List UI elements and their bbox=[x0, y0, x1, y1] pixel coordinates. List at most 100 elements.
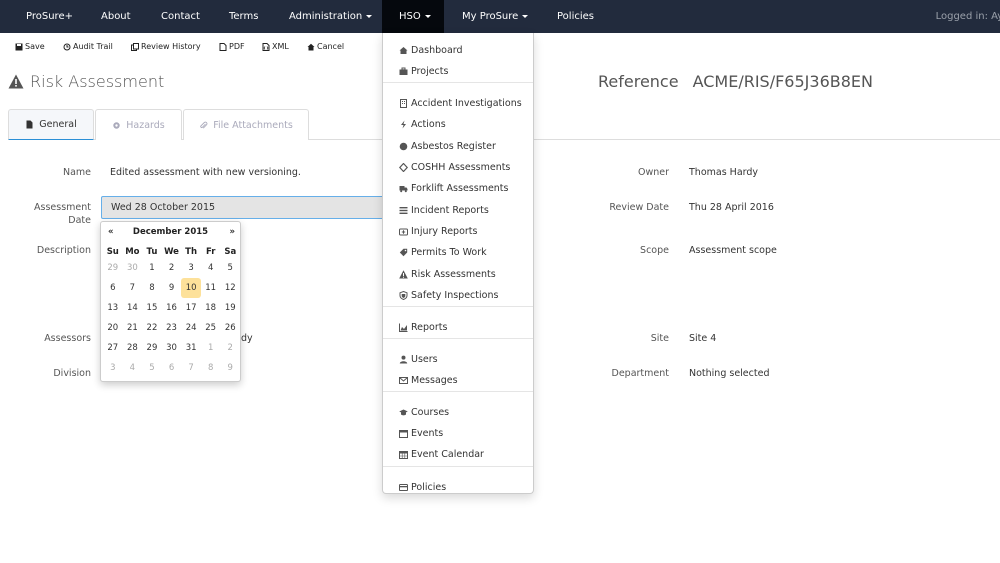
hso-menu-item-users[interactable]: Users bbox=[399, 354, 438, 365]
datepicker-day[interactable]: 8 bbox=[142, 278, 162, 298]
datepicker-day[interactable]: 19 bbox=[220, 298, 240, 318]
hso-menu-item-reports[interactable]: Reports bbox=[399, 322, 447, 333]
datepicker-header: « December 2015 » bbox=[101, 227, 240, 241]
scope-value[interactable]: Assessment scope bbox=[689, 245, 777, 256]
datepicker-day[interactable]: 12 bbox=[220, 278, 240, 298]
audit-trail-button[interactable]: Audit Trail bbox=[63, 42, 113, 51]
hso-menu-item-courses[interactable]: Courses bbox=[399, 407, 449, 418]
datepicker-day[interactable]: 1 bbox=[142, 258, 162, 278]
home-icon bbox=[399, 47, 408, 54]
description-label: Description bbox=[36, 245, 91, 256]
datepicker-day[interactable]: 2 bbox=[220, 338, 240, 358]
assessment-date-input[interactable]: Wed 28 October 2015 bbox=[101, 196, 391, 219]
department-select[interactable]: Nothing selected bbox=[689, 368, 769, 379]
hso-menu-item-coshh-assessments[interactable]: COSHH Assessments bbox=[399, 162, 510, 173]
hso-menu-item-messages[interactable]: Messages bbox=[399, 375, 458, 386]
hso-menu-item-safety-inspections[interactable]: Safety Inspections bbox=[399, 290, 498, 301]
datepicker-day[interactable]: 13 bbox=[103, 298, 123, 318]
cancel-button[interactable]: Cancel bbox=[307, 42, 344, 51]
datepicker-day[interactable]: 9 bbox=[162, 278, 182, 298]
calendar-icon bbox=[399, 430, 408, 438]
reference-label: Reference bbox=[598, 72, 679, 91]
name-value: Edited assessment with new versioning. bbox=[110, 167, 301, 178]
datepicker-day[interactable]: 6 bbox=[103, 278, 123, 298]
datepicker-day[interactable]: 1 bbox=[201, 338, 221, 358]
hso-menu-item-injury-reports[interactable]: Injury Reports bbox=[399, 226, 477, 237]
datepicker-day[interactable]: 14 bbox=[123, 298, 143, 318]
datepicker-day[interactable]: 29 bbox=[142, 338, 162, 358]
datepicker-day[interactable]: 24 bbox=[181, 318, 201, 338]
brand-link[interactable]: ProSure+ bbox=[26, 0, 73, 33]
tab-hazards[interactable]: Hazards bbox=[95, 109, 182, 140]
nav-about[interactable]: About bbox=[101, 0, 131, 33]
datepicker-day[interactable]: 3 bbox=[103, 358, 123, 378]
datepicker-day[interactable]: 7 bbox=[123, 278, 143, 298]
datepicker-day[interactable]: 29 bbox=[103, 258, 123, 278]
review-date-value[interactable]: Thu 28 April 2016 bbox=[689, 202, 774, 213]
nav-hso[interactable]: HSO bbox=[382, 0, 444, 33]
datepicker-day[interactable]: 20 bbox=[103, 318, 123, 338]
caret-down-icon bbox=[366, 14, 373, 18]
datepicker-day[interactable]: 17 bbox=[181, 298, 201, 318]
hso-menu-item-incident-reports[interactable]: Incident Reports bbox=[399, 205, 489, 216]
nav-my-prosure[interactable]: My ProSure bbox=[462, 0, 529, 33]
hso-menu-item-label: Safety Inspections bbox=[411, 290, 499, 301]
xml-button[interactable]: XML bbox=[262, 42, 289, 51]
datepicker-day[interactable]: 11 bbox=[201, 278, 221, 298]
owner-value[interactable]: Thomas Hardy bbox=[689, 167, 758, 178]
hso-menu-item-dashboard[interactable]: Dashboard bbox=[399, 45, 463, 56]
hso-menu-item-permits-to-work[interactable]: Permits To Work bbox=[399, 247, 487, 258]
datepicker-day[interactable]: 30 bbox=[162, 338, 182, 358]
datepicker-day[interactable]: 28 bbox=[123, 338, 143, 358]
datepicker-day[interactable]: 7 bbox=[181, 358, 201, 378]
datepicker-day[interactable]: 25 bbox=[201, 318, 221, 338]
hso-menu-item-events[interactable]: Events bbox=[399, 428, 443, 439]
datepicker-month-title[interactable]: December 2015 bbox=[101, 227, 240, 237]
caret-down-icon bbox=[522, 14, 529, 18]
datepicker-day[interactable]: 5 bbox=[142, 358, 162, 378]
datepicker-day[interactable]: 23 bbox=[162, 318, 182, 338]
datepicker-day[interactable]: 2 bbox=[162, 258, 182, 278]
logged-in-status[interactable]: Logged in: Ayl bbox=[936, 0, 1000, 33]
nav-contact[interactable]: Contact bbox=[161, 0, 200, 33]
datepicker-day[interactable]: 9 bbox=[220, 358, 240, 378]
hso-menu-item-risk-assessments[interactable]: Risk Assessments bbox=[399, 269, 496, 280]
save-button[interactable]: Save bbox=[15, 42, 45, 51]
datepicker-next-button[interactable]: » bbox=[230, 227, 236, 237]
datepicker-day[interactable]: 5 bbox=[220, 258, 240, 278]
hso-menu-item-forklift-assessments[interactable]: Forklift Assessments bbox=[399, 183, 508, 194]
datepicker-day[interactable]: 18 bbox=[201, 298, 221, 318]
datepicker-day[interactable]: 22 bbox=[142, 318, 162, 338]
datepicker-day[interactable]: 21 bbox=[123, 318, 143, 338]
datepicker-day[interactable]: 31 bbox=[181, 338, 201, 358]
hso-menu-item-accident-investigations[interactable]: Accident Investigations bbox=[399, 98, 522, 109]
datepicker-day[interactable]: 8 bbox=[201, 358, 221, 378]
datepicker-day[interactable]: 16 bbox=[162, 298, 182, 318]
datepicker-day[interactable]: 4 bbox=[201, 258, 221, 278]
assessment-date-label-line2: Date bbox=[68, 215, 91, 226]
nav-administration[interactable]: Administration bbox=[289, 0, 373, 33]
datepicker-day[interactable]: 6 bbox=[162, 358, 182, 378]
datepicker-day[interactable]: 26 bbox=[220, 318, 240, 338]
hso-menu-item-asbestos-register[interactable]: Asbestos Register bbox=[399, 141, 496, 152]
tab-general[interactable]: General bbox=[8, 109, 94, 140]
datepicker-day[interactable]: 15 bbox=[142, 298, 162, 318]
tab-file-attachments[interactable]: File Attachments bbox=[183, 109, 309, 140]
hso-menu-item-label: Reports bbox=[411, 322, 448, 333]
nav-policies[interactable]: Policies bbox=[557, 0, 594, 33]
file-pdf-icon bbox=[219, 42, 227, 51]
site-value[interactable]: Site 4 bbox=[689, 333, 716, 344]
hso-menu-item-actions[interactable]: Actions bbox=[399, 119, 446, 130]
datepicker-day[interactable]: 4 bbox=[123, 358, 143, 378]
hso-menu-item-projects[interactable]: Projects bbox=[399, 66, 448, 77]
pdf-button[interactable]: PDF bbox=[219, 42, 245, 51]
hso-menu-item-event-calendar[interactable]: Event Calendar bbox=[399, 449, 484, 460]
datepicker-day[interactable]: 3 bbox=[181, 258, 201, 278]
review-history-button[interactable]: Review History bbox=[131, 42, 201, 51]
datepicker-day[interactable]: 30 bbox=[123, 258, 143, 278]
hso-menu-item-policies[interactable]: Policies bbox=[399, 482, 446, 493]
nav-terms[interactable]: Terms bbox=[229, 0, 258, 33]
datepicker-day[interactable]: 10 bbox=[181, 278, 201, 298]
assessors-value[interactable]: dy bbox=[241, 333, 253, 344]
datepicker-day[interactable]: 27 bbox=[103, 338, 123, 358]
